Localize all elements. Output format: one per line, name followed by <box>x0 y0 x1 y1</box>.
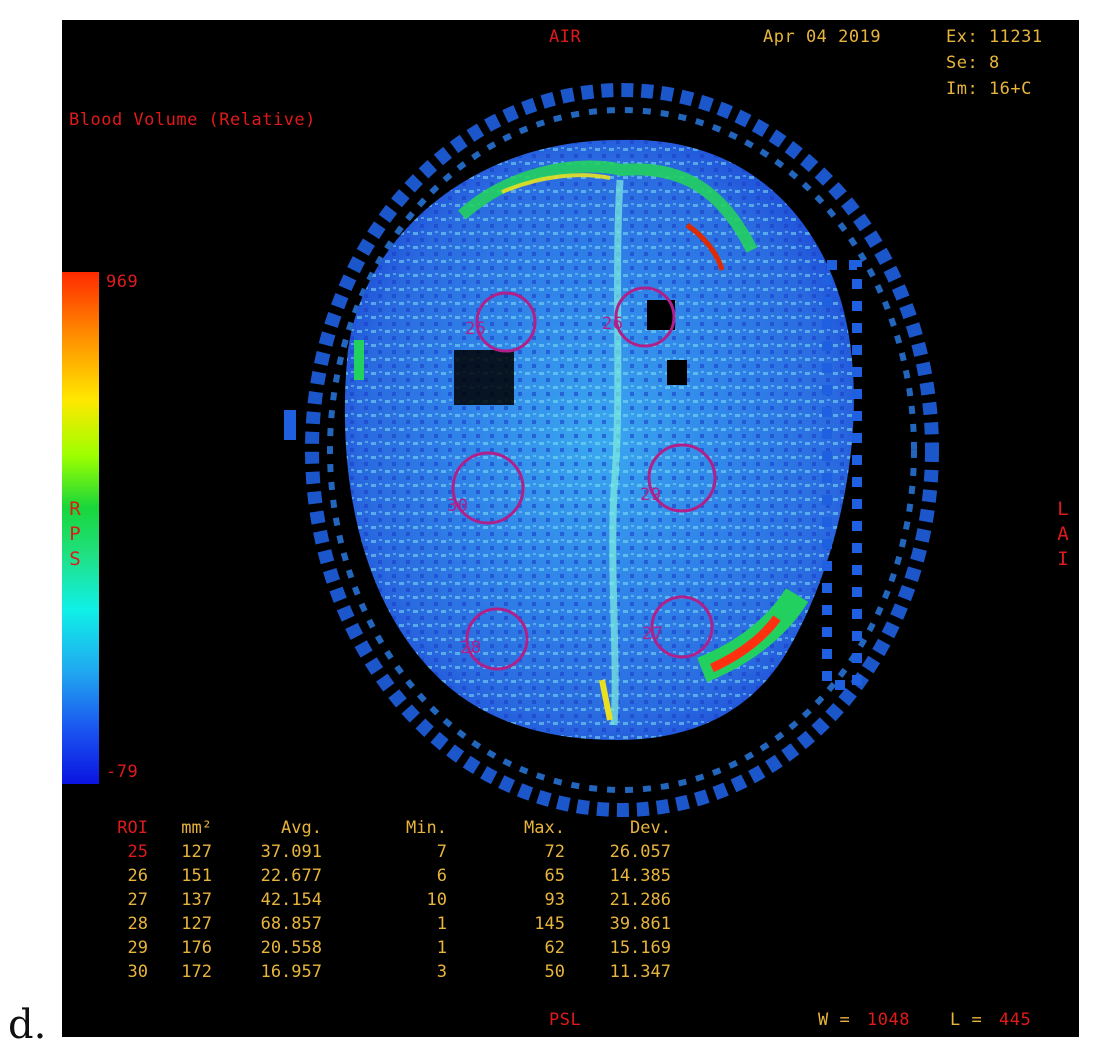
scale-letter-p: P <box>69 523 81 545</box>
roi-circle-26[interactable] <box>614 286 676 348</box>
table-row[interactable]: 29 176 20.558 1 62 15.169 <box>100 936 671 960</box>
cell-min: 1 <box>436 914 447 934</box>
cell-area: 151 <box>181 866 212 886</box>
table-row[interactable]: 30 172 16.957 3 50 11.347 <box>100 960 671 984</box>
cell-avg: 16.957 <box>260 962 322 982</box>
bottom-orientation-label: PSL <box>549 1010 582 1030</box>
cell-min: 3 <box>436 962 447 982</box>
window-width-label: W = <box>818 1010 851 1030</box>
col-header-area: mm² <box>181 818 212 838</box>
cell-area: 176 <box>181 938 212 958</box>
orientation-i: I <box>1057 548 1069 570</box>
table-header-row: ROI mm² Avg. Min. Max. Dev. <box>100 816 671 840</box>
map-title: Blood Volume (Relative) <box>69 110 316 130</box>
cell-dev: 15.169 <box>609 938 671 958</box>
cell-min: 6 <box>436 866 447 886</box>
cell-roi: 26 <box>127 866 148 886</box>
mri-viewer[interactable]: 25 26 30 29 28 27 AIR Apr 04 2019 Ex: 11… <box>62 20 1079 1037</box>
window-level-value: 445 <box>999 1010 1032 1030</box>
cell-max: 72 <box>544 842 565 862</box>
cell-min: 1 <box>436 938 447 958</box>
panel-label: d. <box>8 1002 47 1048</box>
cell-avg: 68.857 <box>260 914 322 934</box>
cell-area: 172 <box>181 962 212 982</box>
cell-max: 50 <box>544 962 565 982</box>
cell-area: 127 <box>181 914 212 934</box>
cell-area: 127 <box>181 842 212 862</box>
cell-max: 65 <box>544 866 565 886</box>
cell-min: 7 <box>436 842 447 862</box>
roi-label-28: 28 <box>460 638 482 658</box>
cell-avg: 22.677 <box>260 866 322 886</box>
cell-dev: 11.347 <box>609 962 671 982</box>
table-row[interactable]: 28 127 68.857 1 145 39.861 <box>100 912 671 936</box>
roi-label-25: 25 <box>465 319 487 339</box>
roi-label-29: 29 <box>640 485 662 505</box>
col-header-dev: Dev. <box>630 818 671 838</box>
cell-roi: 25 <box>127 842 148 862</box>
cell-area: 137 <box>181 890 212 910</box>
cell-dev: 26.057 <box>609 842 671 862</box>
cell-max: 145 <box>534 914 565 934</box>
roi-label-30: 30 <box>447 496 469 516</box>
cell-max: 62 <box>544 938 565 958</box>
orientation-l: L <box>1057 498 1069 520</box>
col-header-avg: Avg. <box>281 818 322 838</box>
series-number: Se: 8 <box>946 53 1000 73</box>
cell-dev: 39.861 <box>609 914 671 934</box>
scale-letter-s: S <box>69 548 81 570</box>
col-header-max: Max. <box>524 818 565 838</box>
roi-statistics-table: ROI mm² Avg. Min. Max. Dev. 25 127 37.09… <box>100 816 671 984</box>
cell-roi: 30 <box>127 962 148 982</box>
roi-label-27: 27 <box>642 624 664 644</box>
roi-label-26: 26 <box>602 314 624 334</box>
cell-roi: 29 <box>127 938 148 958</box>
table-row[interactable]: 25 127 37.091 7 72 26.057 <box>100 840 671 864</box>
scale-min-label: -79 <box>106 762 139 782</box>
exam-number: Ex: 11231 <box>946 27 1043 47</box>
window-level-label: L = <box>950 1010 983 1030</box>
cell-roi: 28 <box>127 914 148 934</box>
table-row[interactable]: 27 137 42.154 10 93 21.286 <box>100 888 671 912</box>
cell-dev: 14.385 <box>609 866 671 886</box>
col-header-min: Min. <box>406 818 447 838</box>
scale-letter-r: R <box>69 498 81 520</box>
region-label: AIR <box>549 27 582 47</box>
table-row[interactable]: 26 151 22.677 6 65 14.385 <box>100 864 671 888</box>
scale-max-label: 969 <box>106 272 139 292</box>
cell-dev: 21.286 <box>609 890 671 910</box>
cell-roi: 27 <box>127 890 148 910</box>
scan-date: Apr 04 2019 <box>763 27 882 47</box>
col-header-roi: ROI <box>117 818 148 838</box>
cell-max: 93 <box>544 890 565 910</box>
orientation-a: A <box>1057 523 1069 545</box>
cell-avg: 20.558 <box>260 938 322 958</box>
window-width-value: 1048 <box>867 1010 910 1030</box>
image-number: Im: 16+C <box>946 79 1032 99</box>
cell-min: 10 <box>426 890 447 910</box>
cell-avg: 37.091 <box>260 842 322 862</box>
cell-avg: 42.154 <box>260 890 322 910</box>
